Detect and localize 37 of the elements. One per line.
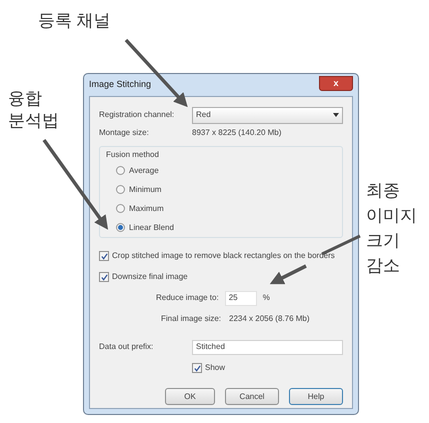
montage-size-value: 8937 x 8225 (140.20 Mb) xyxy=(192,127,282,139)
annotation-label: 등록 채널 xyxy=(38,10,111,32)
radio-button[interactable] xyxy=(116,223,125,232)
radio-label: Linear Blend xyxy=(129,222,174,234)
checkbox-label: Show xyxy=(205,362,226,374)
dialog-button[interactable]: Cancel xyxy=(225,388,279,405)
dropdown-arrow-icon xyxy=(333,113,339,117)
field-label: Registration channel: xyxy=(99,109,176,121)
check-icon xyxy=(100,252,108,260)
unit-label: % xyxy=(262,292,270,304)
radio-label: Average xyxy=(129,164,159,176)
check-icon xyxy=(194,364,200,372)
field-label: Montage size: xyxy=(99,127,150,139)
radio-button[interactable] xyxy=(116,166,125,175)
radio-label: Minimum xyxy=(129,184,162,196)
channel-dropdown[interactable]: Red xyxy=(192,106,343,124)
prefix-input[interactable]: Stitched xyxy=(192,340,343,354)
group-title: Fusion method xyxy=(106,149,160,161)
check-icon xyxy=(100,274,108,280)
close-button[interactable]: x xyxy=(319,76,353,90)
radio-button[interactable] xyxy=(116,204,125,213)
checkbox[interactable] xyxy=(99,272,109,282)
radio-button[interactable] xyxy=(116,185,125,194)
window-title: Image Stitching xyxy=(89,78,152,92)
reduce-input[interactable]: 25 xyxy=(224,290,257,306)
final-size-value: 2234 x 2056 (8.76 Mb) xyxy=(229,313,310,325)
checkbox-label: Downsize final image xyxy=(112,271,188,283)
annotation-label: 최종 이미지 크기 감소 xyxy=(366,180,417,277)
dialog-button[interactable]: Help xyxy=(289,388,343,405)
checkbox[interactable] xyxy=(192,363,202,373)
field-label: Reduce image to: xyxy=(156,292,219,304)
field-label: Final image size: xyxy=(161,313,222,325)
radio-label: Maximum xyxy=(129,202,164,214)
field-label: Data out prefix: xyxy=(99,341,154,353)
checkbox[interactable] xyxy=(99,251,109,261)
annotation-label: 융합 분석법 xyxy=(8,88,59,132)
dialog-button[interactable]: OK xyxy=(165,388,215,405)
